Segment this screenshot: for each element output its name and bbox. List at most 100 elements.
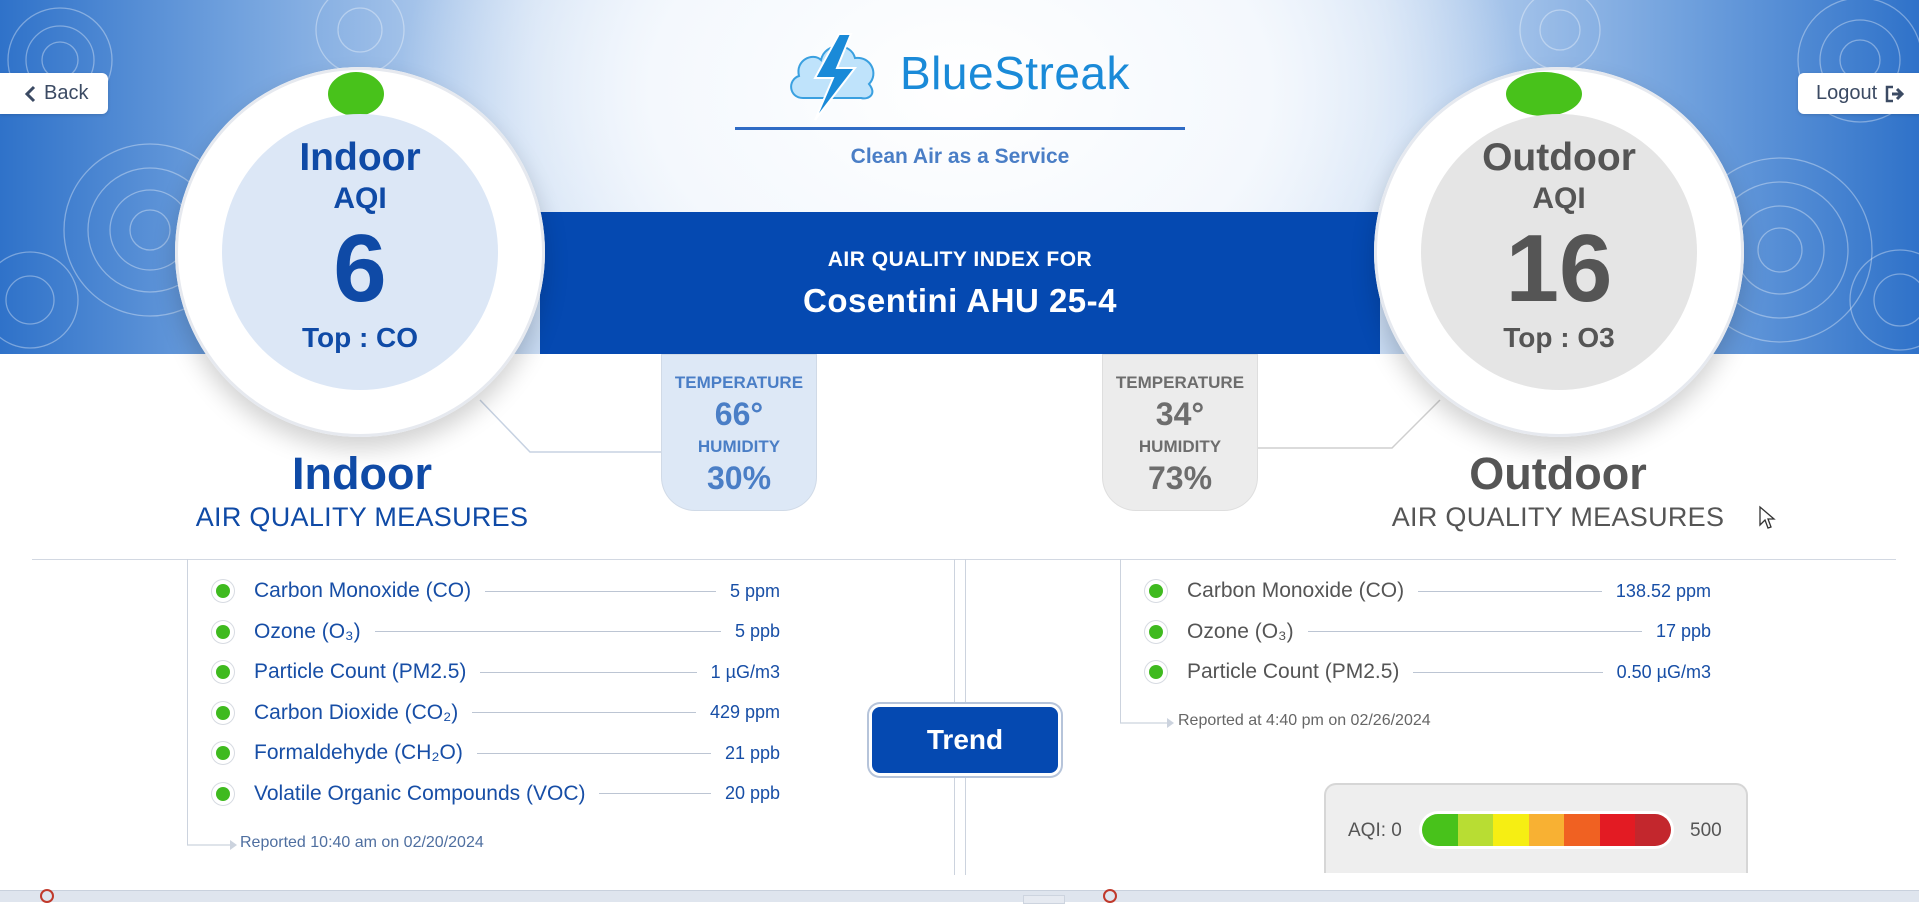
scale-segment [1635,814,1671,846]
measure-value: 20 ppb [724,783,780,804]
indoor-section-subtitle: AIR QUALITY MEASURES [195,502,529,532]
scale-segment [1599,814,1636,846]
list-item: Ozone (O₃) 5 ppb [210,612,780,653]
scale-segment [1528,814,1565,846]
humidity-label: HUMIDITY [697,437,781,456]
aqi-color-bar [1422,814,1671,846]
os-taskbar [0,889,1919,904]
brand-tagline: Clean Air as a Service [850,145,1070,168]
status-dot-icon [216,786,230,801]
outdoor-climate-pill: TEMPERATURE 34° HUMIDITY 73% [1102,354,1258,511]
list-item: Carbon Monoxide (CO) 138.52 ppm [1143,571,1711,612]
indoor-humidity: 30% [706,460,772,496]
outdoor-aqi-inner: Outdoor AQI 16 Top : O3 [1421,114,1697,390]
logo-divider [735,127,1185,130]
leader-line [1307,631,1642,633]
indoor-section-heading: Indoor AIR QUALITY MEASURES [182,448,542,533]
indoor-reported-time: Reported 10:40 am on 02/20/2024 [240,834,484,851]
aqi-scale-high-label: 500 [1690,820,1722,841]
taskbar-item[interactable] [1023,895,1065,904]
measure-value: 0.50 µG/m3 [1616,661,1711,682]
scale-segment [1457,814,1494,846]
status-dot-icon [216,624,230,639]
status-dot-icon [216,705,230,720]
indoor-aqi-gauge: Indoor AQI 6 Top : CO [175,67,545,437]
aqi-header-band: AIR QUALITY INDEX FOR Cosentini AHU 25-4 [540,212,1380,354]
measure-value: 5 ppb [734,621,780,642]
arrow-icon [187,840,237,850]
status-dot-icon [1149,584,1163,599]
indoor-aqi-inner: Indoor AQI 6 Top : CO [222,114,498,390]
logout-button[interactable]: Logout [1798,73,1919,114]
leader-line [374,631,721,633]
aqi-scale-low-label: AQI: 0 [1348,820,1402,841]
list-item: Formaldehyde (CH₂O) 21 ppb [210,733,780,774]
indoor-temperature: 66° [714,396,764,432]
humidity-label: HUMIDITY [1138,437,1222,456]
outdoor-measures-list: Carbon Monoxide (CO) 138.52 ppm Ozone (O… [1143,571,1711,693]
scale-segment [1493,814,1529,846]
measure-name: Carbon Monoxide (CO) [254,579,472,603]
outdoor-section-title: Outdoor [1469,448,1647,499]
measure-value: 1 µG/m3 [710,661,780,682]
measure-value: 5 ppm [729,580,780,601]
indoor-aqi-title: Indoor [299,136,421,179]
site-name: Cosentini AHU 25-4 [803,282,1117,319]
measure-name: Particle Count (PM2.5) [254,660,467,684]
indoor-measures-list: Carbon Monoxide (CO) 5 ppm Ozone (O₃) 5 … [210,571,780,814]
outdoor-aqi-title: Outdoor [1482,136,1636,179]
brand-logo: BlueStreak Clean Air as a Service [735,20,1185,200]
brand-name: BlueStreak [900,47,1131,99]
leader-line [472,712,696,714]
mouse-cursor-icon [1759,505,1776,529]
status-dot-icon [1149,624,1163,639]
outdoor-top-pollutant: Top : O3 [1503,322,1615,353]
outdoor-aqi-gauge: Outdoor AQI 16 Top : O3 [1374,67,1744,437]
aqi-scale-legend: AQI: 0 500 [1324,783,1748,873]
indoor-aqi-value: 6 [333,215,387,322]
list-item: Carbon Monoxide (CO) 5 ppm [210,571,780,612]
status-dot-icon [328,72,384,116]
status-dot-icon [216,665,230,680]
outdoor-temperature: 34° [1155,396,1205,432]
measure-name: Carbon Dioxide (CO₂) [254,700,459,724]
outdoor-humidity: 73% [1147,460,1213,496]
back-label: Back [44,82,89,104]
outdoor-bracket-line [1120,559,1121,723]
measure-value: 138.52 ppm [1615,580,1711,601]
status-dot-icon [216,746,230,761]
outdoor-reported-time: Reported at 4:40 pm on 02/26/2024 [1178,712,1431,729]
leader-line [480,671,697,673]
measure-value: 17 ppb [1655,621,1711,642]
indoor-top-pollutant: Top : CO [301,322,419,353]
list-item: Volatile Organic Compounds (VOC) 20 ppb [210,774,780,815]
indoor-section-title: Indoor [292,448,432,499]
indoor-bracket-line [187,559,188,845]
back-button[interactable]: Back [0,73,108,114]
trend-button[interactable]: Trend [872,707,1058,773]
section-divider [32,559,1896,560]
measure-name: Formaldehyde (CH₂O) [254,741,463,765]
list-item: Ozone (O₃) 17 ppb [1143,612,1711,653]
status-dot-icon [216,584,230,599]
scale-segment [1564,814,1600,846]
temperature-label: TEMPERATURE [674,373,804,392]
measure-name: Volatile Organic Compounds (VOC) [254,781,586,805]
leader-line [599,793,711,795]
chevron-left-icon [24,85,36,102]
temperature-label: TEMPERATURE [1115,373,1245,392]
status-dot-icon [1149,665,1163,680]
outdoor-section-subtitle: AIR QUALITY MEASURES [1391,502,1725,532]
aqi-header-label: AIR QUALITY INDEX FOR [827,248,1093,271]
measure-value: 429 ppm [709,702,780,723]
measure-name: Ozone (O₃) [1187,619,1294,643]
list-item: Carbon Dioxide (CO₂) 429 ppm [210,693,780,734]
leader-line [476,752,711,754]
indoor-aqi-sub: AQI [333,182,387,215]
status-dot-icon [1506,72,1582,116]
list-item: Particle Count (PM2.5) 0.50 µG/m3 [1143,652,1711,693]
indoor-climate-pill: TEMPERATURE 66° HUMIDITY 30% [661,354,817,511]
measure-name: Ozone (O₃) [254,619,361,643]
scale-segment [1422,814,1458,846]
measure-name: Particle Count (PM2.5) [1187,660,1400,684]
